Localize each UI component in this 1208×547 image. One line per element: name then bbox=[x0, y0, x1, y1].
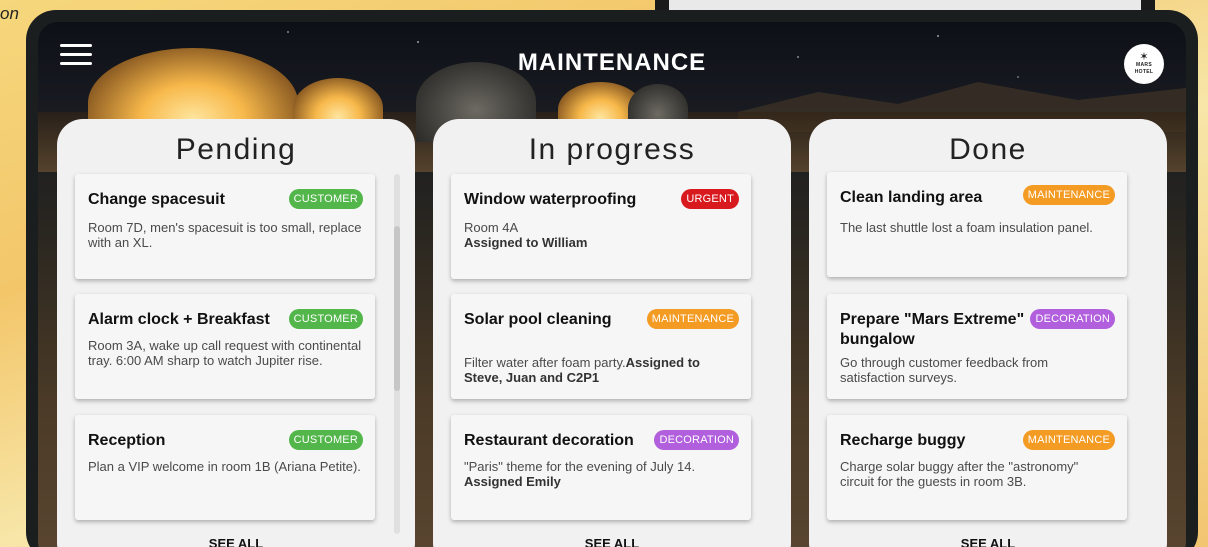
card-description: Go through customer feedback from satisf… bbox=[840, 355, 1115, 385]
column-title: Pending bbox=[175, 133, 297, 166]
see-all-button[interactable]: SEE ALL bbox=[809, 536, 1167, 547]
card-description: Room 4A Assigned to William bbox=[464, 220, 739, 250]
task-card[interactable]: Reception CUSTOMER Plan a VIP welcome in… bbox=[75, 415, 375, 520]
task-card[interactable]: Recharge buggy MAINTENANCE Charge solar … bbox=[827, 415, 1127, 520]
category-badge: URGENT bbox=[681, 189, 739, 209]
card-desc-text: Filter water after foam party. bbox=[464, 355, 626, 370]
card-desc-text: "Paris" theme for the evening of July 14… bbox=[464, 459, 696, 474]
column-in-progress: In progress Window waterproofing URGENT … bbox=[433, 119, 791, 547]
see-all-button[interactable]: SEE ALL bbox=[57, 536, 415, 547]
logo-text-line1: MARS bbox=[1136, 61, 1152, 68]
column-title: Done bbox=[949, 133, 1027, 166]
column-title: In progress bbox=[528, 133, 696, 166]
scrollbar-thumb[interactable] bbox=[394, 226, 400, 391]
card-title: Restaurant decoration bbox=[464, 432, 634, 449]
card-description: Room 7D, men's spacesuit is too small, r… bbox=[88, 220, 363, 250]
category-badge: DECORATION bbox=[654, 430, 739, 450]
app-screen: MAINTENANCE ✶ MARS HOTEL Pending Change … bbox=[38, 22, 1186, 547]
category-badge: CUSTOMER bbox=[288, 309, 363, 329]
category-badge: DECORATION bbox=[1030, 309, 1115, 329]
task-card[interactable]: Solar pool cleaning MAINTENANCE Filter w… bbox=[451, 294, 751, 399]
task-card[interactable]: Alarm clock + Breakfast CUSTOMER Room 3A… bbox=[75, 294, 375, 399]
task-card[interactable]: Change spacesuit CUSTOMER Room 7D, men's… bbox=[75, 174, 375, 279]
category-badge: CUSTOMER bbox=[288, 189, 363, 209]
task-card[interactable]: Restaurant decoration DECORATION "Paris"… bbox=[451, 415, 751, 520]
task-card[interactable]: Clean landing area MAINTENANCE The last … bbox=[827, 172, 1127, 277]
card-title: Recharge buggy bbox=[840, 432, 966, 449]
card-title: Clean landing area bbox=[840, 189, 983, 206]
card-desc-text: The last shuttle lost a foam insulation … bbox=[840, 220, 1093, 235]
category-badge: CUSTOMER bbox=[288, 430, 363, 450]
category-badge: MAINTENANCE bbox=[646, 309, 739, 329]
card-desc-text: Room 4A bbox=[464, 220, 519, 235]
card-desc-text: Charge solar buggy after the "astronomy"… bbox=[840, 459, 1079, 489]
page-title: MAINTENANCE bbox=[517, 49, 707, 76]
category-badge: MAINTENANCE bbox=[1022, 185, 1115, 205]
card-desc-text: Plan a VIP welcome in room 1B (Ariana Pe… bbox=[88, 459, 361, 474]
star-icon: ✶ bbox=[1139, 50, 1149, 63]
card-title: Prepare "Mars Extreme" bungalow bbox=[840, 311, 1025, 348]
card-description: Room 3A, wake up call request with conti… bbox=[88, 338, 363, 368]
card-description: Filter water after foam party.Assigned t… bbox=[464, 355, 739, 385]
task-card[interactable]: Prepare "Mars Extreme" bungalow DECORATI… bbox=[827, 294, 1127, 399]
logo-text-line2: HOTEL bbox=[1134, 68, 1154, 75]
card-description: Charge solar buggy after the "astronomy"… bbox=[840, 459, 1115, 489]
mars-hotel-logo[interactable]: ✶ MARS HOTEL bbox=[1124, 44, 1164, 84]
column-pending: Pending Change spacesuit CUSTOMER Room 7… bbox=[57, 119, 415, 547]
column-done: Done Clean landing area MAINTENANCE The … bbox=[809, 119, 1167, 547]
card-desc-text: Go through customer feedback from satisf… bbox=[840, 355, 1049, 385]
card-desc-text: Room 7D, men's spacesuit is too small, r… bbox=[88, 220, 362, 250]
card-title: Alarm clock + Breakfast bbox=[88, 311, 270, 328]
see-all-button[interactable]: SEE ALL bbox=[433, 536, 791, 547]
tablet-device: MAINTENANCE ✶ MARS HOTEL Pending Change … bbox=[26, 10, 1198, 547]
card-title: Reception bbox=[88, 432, 166, 449]
card-description: "Paris" theme for the evening of July 14… bbox=[464, 459, 739, 489]
card-assignee: Assigned to William bbox=[464, 235, 588, 250]
card-title: Change spacesuit bbox=[88, 191, 225, 208]
scrollbar[interactable] bbox=[394, 174, 400, 534]
category-badge: MAINTENANCE bbox=[1022, 430, 1115, 450]
card-description: Plan a VIP welcome in room 1B (Ariana Pe… bbox=[88, 459, 363, 474]
card-title: Solar pool cleaning bbox=[464, 311, 612, 328]
card-assignee: Assigned Emily bbox=[464, 474, 561, 489]
card-description: The last shuttle lost a foam insulation … bbox=[840, 220, 1115, 235]
card-title: Window waterproofing bbox=[464, 191, 637, 208]
corner-text-fragment: on bbox=[0, 4, 19, 23]
task-card[interactable]: Window waterproofing URGENT Room 4A Assi… bbox=[451, 174, 751, 279]
card-desc-text: Room 3A, wake up call request with conti… bbox=[88, 338, 362, 368]
